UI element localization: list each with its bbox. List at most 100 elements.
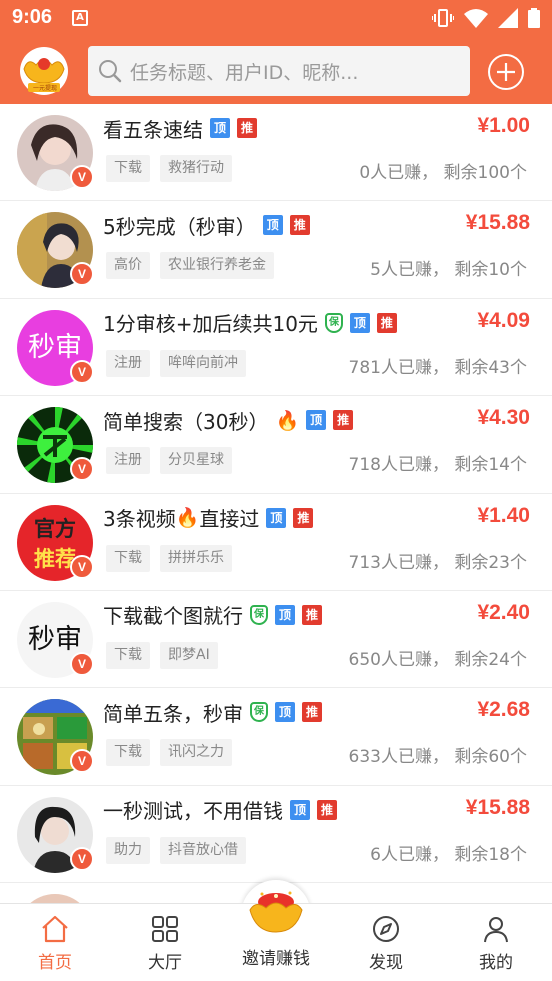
recommend-badge: 推 — [237, 118, 257, 138]
task-title-row: 简单五条，秒审 保 顶 推 — [103, 697, 322, 727]
nav-invite[interactable]: 邀请赚钱 — [226, 888, 326, 969]
task-item[interactable]: V 简单五条，秒审 保 顶 推 ¥2.68 下载 讯闪之力 633人已赚， 剩余… — [0, 688, 552, 786]
verified-badge: V — [70, 554, 94, 579]
task-stats: 633人已赚， 剩余60个 — [348, 747, 527, 768]
task-item[interactable]: 秒审 V 下载截个图就行 保 顶 推 ¥2.40 下载 即梦AI 650人已赚，… — [0, 590, 552, 689]
task-title-row: 一秒测试，不用借钱 顶 推 — [103, 795, 337, 825]
task-stats: 650人已赚， 剩余24个 — [348, 649, 527, 670]
task-chips: 助力 抖音放心借 — [106, 836, 246, 864]
header-bar: 一元提现 任务标题、用户ID、昵称... — [0, 36, 552, 104]
verified-badge: V — [70, 651, 94, 676]
compass-icon — [373, 916, 399, 942]
battery-icon — [528, 8, 540, 28]
plus-circle-icon — [488, 54, 524, 90]
top-badge: 顶 — [275, 604, 295, 625]
search-bar[interactable]: 任务标题、用户ID、昵称... — [88, 46, 470, 96]
task-price: ¥1.40 — [477, 503, 530, 527]
task-price: ¥15.88 — [465, 795, 530, 819]
signal-icon — [498, 8, 518, 28]
task-title-row: 简单搜索（30秒） 🔥 顶 推 — [103, 405, 354, 435]
nav-discover[interactable]: 发现 — [331, 914, 441, 980]
task-chips: 注册 哞哞向前冲 — [106, 349, 246, 377]
task-app-chip: 讯闪之力 — [160, 739, 232, 767]
task-item[interactable]: V 看五条速结 顶 推 ¥1.00 下载 救猪行动 0人已赚， 剩余100个 — [0, 104, 552, 202]
task-chips: 下载 即梦AI — [106, 641, 218, 669]
app-logo[interactable]: 一元提现 — [18, 47, 70, 95]
top-badge: 顶 — [290, 799, 310, 820]
top-badge: 顶 — [262, 215, 283, 236]
task-title-row: 1分审核+加后续共10元 保 顶 推 — [103, 308, 397, 338]
guarantee-badge: 保 — [324, 312, 343, 333]
fire-icon: 🔥 — [275, 409, 300, 432]
vibrate-icon — [432, 9, 454, 27]
task-type-chip: 下载 — [106, 544, 150, 572]
task-item[interactable]: 官方 推荐 V 3条视频 🔥 直接过 顶 推 ¥1.40 下载 拼拼乐乐 713… — [0, 493, 552, 591]
nav-home[interactable]: 首页 — [0, 914, 110, 980]
task-stats: 6人已赚， 剩余18个 — [370, 844, 527, 865]
task-list: V 看五条速结 顶 推 ¥1.00 下载 救猪行动 0人已赚， 剩余100个 V… — [0, 104, 552, 981]
home-icon — [42, 915, 68, 943]
status-bar: 9:06 A — [0, 0, 552, 36]
task-app-chip: 分贝星球 — [160, 447, 232, 475]
top-badge: 顶 — [349, 312, 370, 333]
user-icon — [484, 917, 508, 943]
task-price: ¥2.68 — [477, 698, 530, 722]
task-item[interactable]: V 5秒完成（秒审） 顶 推 ¥15.88 高价 农业银行养老金 5人已赚， 剩… — [0, 201, 552, 299]
fire-icon: 🔥 — [175, 507, 200, 530]
task-price: ¥4.09 — [477, 308, 530, 332]
task-app-chip: 抖音放心借 — [160, 836, 246, 864]
task-title: 5秒完成（秒审） — [103, 214, 256, 239]
task-type-chip: 下载 — [106, 155, 150, 182]
task-title: 一秒测试，不用借钱 — [103, 799, 283, 824]
nav-mine[interactable]: 我的 — [441, 914, 551, 980]
task-stats: 713人已赚， 剩余23个 — [348, 552, 527, 573]
task-stats: 5人已赚， 剩余10个 — [370, 260, 527, 281]
task-stats: 781人已赚， 剩余43个 — [348, 357, 527, 378]
status-time: 9:06 — [12, 6, 53, 28]
task-chips: 下载 救猪行动 — [106, 155, 232, 182]
recommend-badge: 推 — [289, 215, 310, 236]
task-title-row: 下载截个图就行 保 顶 推 — [103, 600, 322, 630]
task-app-chip: 即梦AI — [160, 641, 218, 669]
verified-badge: V — [70, 359, 94, 384]
notification-icon: A — [72, 10, 88, 26]
guarantee-badge: 保 — [250, 604, 268, 625]
task-stats: 718人已赚， 剩余14个 — [348, 455, 527, 476]
task-app-chip: 哞哞向前冲 — [160, 349, 246, 377]
task-type-chip: 注册 — [106, 447, 150, 475]
task-app-chip: 拼拼乐乐 — [160, 544, 232, 572]
task-type-chip: 下载 — [106, 739, 150, 767]
top-badge: 顶 — [275, 702, 295, 723]
nav-hall-label: 大厅 — [148, 953, 182, 973]
avatar-text-top: 官方 — [34, 516, 76, 541]
recommend-badge: 推 — [302, 604, 322, 625]
task-app-chip: 救猪行动 — [160, 155, 232, 182]
search-placeholder: 任务标题、用户ID、昵称... — [130, 61, 359, 84]
nav-discover-label: 发现 — [369, 953, 403, 973]
recommend-badge: 推 — [317, 799, 337, 820]
task-title-row: 3条视频 🔥 直接过 顶 推 — [103, 503, 314, 533]
task-type-chip: 高价 — [106, 252, 150, 280]
recommend-badge: 推 — [376, 312, 397, 333]
task-title: 1分审核+加后续共10元 — [103, 312, 318, 337]
task-app-chip: 农业银行养老金 — [160, 252, 274, 280]
top-badge: 顶 — [306, 410, 327, 431]
task-price: ¥15.88 — [465, 211, 530, 235]
recommend-badge: 推 — [293, 507, 314, 528]
app-screen: 9:06 A 一元提现 任务标题、用户ID、昵称... V 看五条速结 顶 推 … — [0, 0, 552, 981]
task-item[interactable]: V 一秒测试，不用借钱 顶 推 ¥15.88 助力 抖音放心借 6人已赚， 剩余… — [0, 785, 552, 884]
recommend-badge: 推 — [333, 410, 354, 431]
recommend-badge: 推 — [302, 702, 322, 723]
task-item[interactable]: V 简单搜索（30秒） 🔥 顶 推 ¥4.30 注册 分贝星球 718人已赚， … — [0, 396, 552, 494]
task-title-row: 5秒完成（秒审） 顶 推 — [103, 210, 310, 240]
verified-badge: V — [70, 457, 94, 482]
task-chips: 注册 分贝星球 — [106, 447, 232, 475]
task-item[interactable]: 秒审 V 1分审核+加后续共10元 保 顶 推 ¥4.09 注册 哞哞向前冲 7… — [0, 298, 552, 397]
top-badge: 顶 — [266, 507, 287, 528]
task-type-chip: 下载 — [106, 641, 150, 669]
task-chips: 下载 拼拼乐乐 — [106, 544, 232, 572]
nav-hall[interactable]: 大厅 — [110, 914, 220, 980]
grid-icon — [152, 916, 178, 942]
add-button[interactable] — [487, 53, 525, 91]
task-title: 3条视频 — [103, 507, 176, 532]
